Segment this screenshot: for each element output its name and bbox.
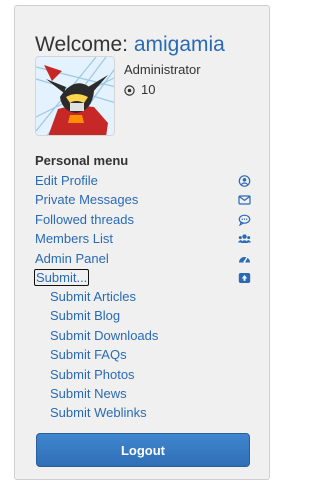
menu-item-followed-threads[interactable]: Followed threads [35, 210, 251, 229]
menu-item-label: Followed threads [35, 211, 134, 227]
submenu-item-submit-blog[interactable]: Submit Blog [50, 306, 158, 325]
comment-icon [238, 214, 251, 226]
menu-item-submit[interactable]: Submit... [33, 268, 251, 287]
personal-menu-heading: Personal menu [35, 153, 129, 168]
menu-item-label: Private Messages [35, 192, 139, 208]
user-info-panel: Welcome: amigamia Administrator 10 Perso… [14, 5, 270, 480]
menu-item-label: Submit... [33, 268, 90, 286]
menu-item-edit-profile[interactable]: Edit Profile [35, 171, 251, 190]
submenu-item-submit-photos[interactable]: Submit Photos [50, 365, 158, 384]
logout-button[interactable]: Logout [36, 433, 250, 467]
users-icon [238, 233, 251, 245]
submenu-item-submit-weblinks[interactable]: Submit Weblinks [50, 403, 158, 422]
points-icon [124, 84, 135, 96]
points-value: 10 [141, 82, 156, 97]
submenu-item-submit-articles[interactable]: Submit Articles [50, 287, 158, 306]
menu-item-members-list[interactable]: Members List [35, 229, 251, 248]
welcome-prefix: Welcome: [35, 33, 128, 56]
dashboard-icon [238, 253, 251, 265]
personal-menu: Edit Profile Private Messages Followed t… [33, 171, 251, 287]
menu-item-private-messages[interactable]: Private Messages [35, 190, 251, 209]
user-points: 10 [124, 82, 155, 98]
avatar[interactable] [35, 56, 115, 136]
envelope-icon [238, 194, 251, 206]
upload-icon [238, 272, 251, 284]
menu-item-label: Admin Panel [35, 250, 109, 266]
submenu-item-submit-news[interactable]: Submit News [50, 384, 158, 403]
menu-item-label: Edit Profile [35, 173, 98, 188]
username-link[interactable]: amigamia [134, 33, 225, 56]
submenu-item-submit-faqs[interactable]: Submit FAQs [50, 345, 158, 364]
submit-submenu: Submit Articles Submit Blog Submit Downl… [50, 287, 158, 423]
user-role: Administrator [124, 62, 201, 77]
user-icon [238, 175, 251, 187]
menu-item-admin-panel[interactable]: Admin Panel [35, 249, 251, 268]
submenu-item-submit-downloads[interactable]: Submit Downloads [50, 326, 158, 345]
menu-item-label: Members List [35, 231, 114, 247]
